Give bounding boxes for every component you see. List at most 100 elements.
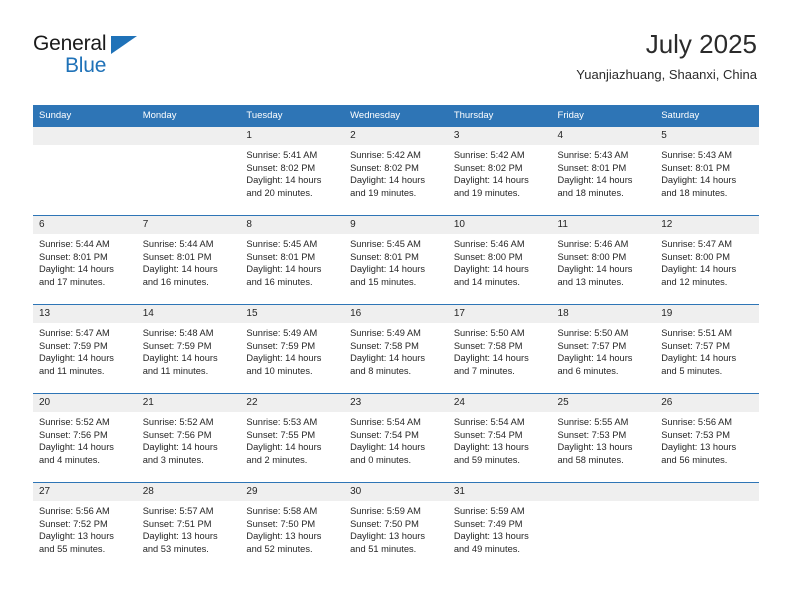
day-number [136,127,241,145]
calendar-day-cell[interactable]: 31 Sunrise: 5:59 AM Sunset: 7:49 PM Dayligh… [447,482,552,571]
sunrise-text: Sunrise: 5:45 AM [246,239,318,249]
calendar-day-cell[interactable]: 3 Sunrise: 5:42 AM Sunset: 8:02 PM Daylight… [447,126,552,216]
sunrise-text: Sunrise: 5:52 AM [142,417,214,427]
day-number: 22 [240,394,345,412]
sunset-text: Sunset: 8:00 PM [661,251,730,262]
day-details: Sunrise: 5:42 AM Sunset: 8:02 PM Daylight:… [344,145,448,199]
calendar-day-cell[interactable]: 27 Sunrise: 5:56 AM Sunset: 7:52 PM Dayligh… [33,482,137,571]
day-number: 25 [551,394,656,412]
calendar-day-cell[interactable]: 22 Sunrise: 5:53 AM Sunset: 7:55 PM Dayligh… [240,393,345,483]
calendar-body: 1 Sunrise: 5:41 AM Sunset: 8:02 PM Daylight… [33,126,759,571]
sunrise-text: Sunrise: 5:48 AM [142,328,214,338]
sunset-text: Sunset: 7:59 PM [39,340,108,351]
day-number: 9 [344,216,448,234]
day-details: Sunrise: 5:51 AM Sunset: 7:57 PM Daylight:… [655,323,759,377]
sunset-text: Sunset: 7:56 PM [39,429,108,440]
calendar-week-row: 27 Sunrise: 5:56 AM Sunset: 7:52 PM Dayligh… [33,482,759,571]
calendar-day-cell[interactable]: 15 Sunrise: 5:49 AM Sunset: 7:59 PM Dayligh… [240,304,345,394]
day-details: Sunrise: 5:59 AM Sunset: 7:49 PM Daylight:… [448,501,552,555]
calendar-day-cell[interactable]: 23 Sunrise: 5:54 AM Sunset: 7:54 PM Dayligh… [344,393,448,483]
day-details: Sunrise: 5:50 AM Sunset: 7:58 PM Daylight:… [448,323,552,377]
weekday-header-friday: Friday [551,105,656,127]
day-details: Sunrise: 5:56 AM Sunset: 7:53 PM Daylight:… [655,412,759,466]
day-number: 26 [655,394,759,412]
day-number: 13 [33,305,137,323]
calendar-table: Sunday Monday Tuesday Wednesday Thursday… [33,105,759,571]
calendar-day-cell[interactable]: 14 Sunrise: 5:48 AM Sunset: 7:59 PM Dayligh… [136,304,241,394]
calendar-day-cell[interactable]: 17 Sunrise: 5:50 AM Sunset: 7:58 PM Dayligh… [447,304,552,394]
sunrise-text: Sunrise: 5:58 AM [246,506,318,516]
sunset-text: Sunset: 7:49 PM [453,518,523,529]
calendar-day-cell[interactable]: 20 Sunrise: 5:52 AM Sunset: 7:56 PM Dayligh… [33,393,137,483]
calendar-day-cell[interactable]: 29 Sunrise: 5:58 AM Sunset: 7:50 PM Dayligh… [240,482,345,571]
sunrise-text: Sunrise: 5:43 AM [661,150,733,160]
day-number [551,483,656,501]
calendar-day-cell[interactable]: 6 Sunrise: 5:44 AM Sunset: 8:01 PM Daylight… [33,215,137,305]
calendar-day-cell[interactable]: 5 Sunrise: 5:43 AM Sunset: 8:01 PM Daylight… [655,126,759,216]
daylight-text: Daylight: 13 hours and 51 minutes. [350,531,426,554]
day-details: Sunrise: 5:46 AM Sunset: 8:00 PM Daylight:… [448,234,552,288]
day-number: 16 [344,305,448,323]
calendar-day-cell[interactable]: 4 Sunrise: 5:43 AM Sunset: 8:01 PM Daylight… [551,126,656,216]
page-subtitle: Yuanjiazhuang, Shaanxi, China [576,67,757,82]
calendar-day-cell[interactable]: 11 Sunrise: 5:46 AM Sunset: 8:00 PM Dayligh… [551,215,656,305]
day-number: 8 [240,216,345,234]
day-number: 31 [447,483,552,501]
page-header: General Blue July 2025 Yuanjiazhuang, Sh… [33,28,757,96]
sunrise-text: Sunrise: 5:59 AM [350,506,421,516]
calendar-day-cell[interactable]: 8 Sunrise: 5:45 AM Sunset: 8:01 PM Daylight… [240,215,345,305]
day-details: Sunrise: 5:44 AM Sunset: 8:01 PM Daylight:… [137,234,241,288]
calendar-day-cell[interactable]: 30 Sunrise: 5:59 AM Sunset: 7:50 PM Dayligh… [344,482,448,571]
sunrise-text: Sunrise: 5:50 AM [557,328,629,338]
daylight-text: Daylight: 13 hours and 53 minutes. [142,531,218,554]
weekday-header-sunday: Sunday [33,105,137,127]
day-number: 28 [136,483,241,501]
day-number: 27 [33,483,137,501]
calendar-day-cell[interactable]: 28 Sunrise: 5:57 AM Sunset: 7:51 PM Dayligh… [136,482,241,571]
sunset-text: Sunset: 7:58 PM [453,340,523,351]
calendar-day-cell[interactable]: 9 Sunrise: 5:45 AM Sunset: 8:01 PM Daylight… [344,215,448,305]
daylight-text: Daylight: 14 hours and 6 minutes. [557,353,633,376]
calendar-week-row: 20 Sunrise: 5:52 AM Sunset: 7:56 PM Dayligh… [33,393,759,483]
day-details: Sunrise: 5:52 AM Sunset: 7:56 PM Daylight:… [33,412,137,466]
calendar-day-cell[interactable]: 7 Sunrise: 5:44 AM Sunset: 8:01 PM Daylight… [136,215,241,305]
sunrise-text: Sunrise: 5:56 AM [39,506,110,516]
sunrise-text: Sunrise: 5:47 AM [39,328,110,338]
day-details: Sunrise: 5:42 AM Sunset: 8:02 PM Daylight:… [448,145,552,199]
calendar-page: General Blue July 2025 Yuanjiazhuang, Sh… [0,0,792,612]
daylight-text: Daylight: 13 hours and 55 minutes. [39,531,114,554]
day-number: 21 [136,394,241,412]
day-number: 30 [344,483,448,501]
day-number: 23 [344,394,448,412]
sunset-text: Sunset: 8:02 PM [246,162,316,173]
sunset-text: Sunset: 7:50 PM [350,518,419,529]
sunset-text: Sunset: 7:57 PM [661,340,730,351]
calendar-day-cell[interactable]: 16 Sunrise: 5:49 AM Sunset: 7:58 PM Dayligh… [344,304,448,394]
sunset-text: Sunset: 7:53 PM [661,429,730,440]
daylight-text: Daylight: 14 hours and 14 minutes. [453,264,529,287]
day-details: Sunrise: 5:45 AM Sunset: 8:01 PM Daylight:… [344,234,448,288]
daylight-text: Daylight: 14 hours and 19 minutes. [350,175,426,198]
sunset-text: Sunset: 8:02 PM [350,162,419,173]
calendar-day-cell[interactable]: 24 Sunrise: 5:54 AM Sunset: 7:54 PM Dayligh… [447,393,552,483]
calendar-day-cell[interactable]: 2 Sunrise: 5:42 AM Sunset: 8:02 PM Daylight… [344,126,448,216]
calendar-day-cell[interactable]: 25 Sunrise: 5:55 AM Sunset: 7:53 PM Dayligh… [551,393,656,483]
sunset-text: Sunset: 7:54 PM [350,429,419,440]
calendar-day-cell[interactable]: 1 Sunrise: 5:41 AM Sunset: 8:02 PM Daylight… [240,126,345,216]
sunset-text: Sunset: 7:51 PM [142,518,212,529]
daylight-text: Daylight: 14 hours and 18 minutes. [661,175,737,198]
sunrise-text: Sunrise: 5:43 AM [557,150,629,160]
calendar-day-cell-empty [136,126,241,216]
sunset-text: Sunset: 7:59 PM [246,340,316,351]
calendar-day-cell[interactable]: 19 Sunrise: 5:51 AM Sunset: 7:57 PM Dayligh… [655,304,759,394]
calendar-day-cell[interactable]: 18 Sunrise: 5:50 AM Sunset: 7:57 PM Dayligh… [551,304,656,394]
calendar-day-cell[interactable]: 13 Sunrise: 5:47 AM Sunset: 7:59 PM Dayligh… [33,304,137,394]
sunrise-text: Sunrise: 5:45 AM [350,239,421,249]
calendar-day-cell[interactable]: 21 Sunrise: 5:52 AM Sunset: 7:56 PM Dayligh… [136,393,241,483]
calendar-day-cell-empty [33,126,137,216]
calendar-day-cell[interactable]: 10 Sunrise: 5:46 AM Sunset: 8:00 PM Dayligh… [447,215,552,305]
general-blue-logo[interactable]: General Blue [33,32,163,80]
calendar-day-cell[interactable]: 26 Sunrise: 5:56 AM Sunset: 7:53 PM Dayligh… [655,393,759,483]
calendar-day-cell[interactable]: 12 Sunrise: 5:47 AM Sunset: 8:00 PM Dayligh… [655,215,759,305]
day-number: 12 [655,216,759,234]
